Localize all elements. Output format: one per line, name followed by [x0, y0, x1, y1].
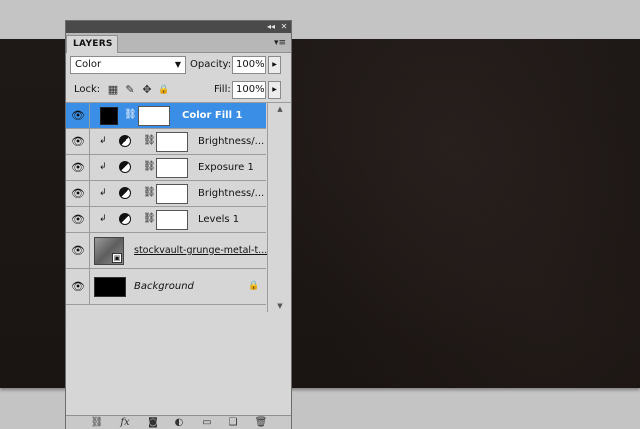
opacity-field[interactable]: 100%	[232, 56, 266, 74]
layer-name: Color Fill 1	[182, 110, 243, 121]
layer-row[interactable]: 👁 ↲ ⛓ Levels 1	[66, 207, 266, 233]
layer-row[interactable]: 👁 ↲ ⛓ Brightness/...	[66, 181, 266, 207]
layers-scrollbar[interactable]: ▲ ▼	[267, 103, 291, 312]
eye-icon: 👁	[71, 212, 85, 226]
eye-icon: 👁	[71, 186, 85, 200]
layer-name: Brightness/...	[198, 188, 265, 199]
eye-icon: 👁	[71, 243, 85, 257]
panel-titlebar[interactable]: ◂◂ ✕	[66, 21, 291, 33]
blend-options-row: Color ▼ Opacity: 100% ▶	[66, 53, 291, 77]
layer-row[interactable]: 👁 ↲ ⛓ Exposure 1	[66, 155, 266, 181]
visibility-toggle[interactable]: 👁	[66, 181, 90, 206]
eye-icon: 👁	[71, 160, 85, 174]
lock-icon: 🔒	[248, 281, 260, 291]
layers-bottom-toolbar: ⛓ fx ◙ ◐ ▭ ❏ 🗑	[66, 415, 291, 429]
clipping-arrow-icon: ↲	[99, 188, 107, 198]
collapse-panel-icon[interactable]: ◂◂	[265, 21, 277, 33]
opacity-slider-button[interactable]: ▶	[268, 56, 281, 74]
clipping-arrow-icon: ↲	[99, 136, 107, 146]
scroll-up-icon[interactable]: ▲	[274, 105, 286, 113]
eye-icon: 👁	[71, 108, 85, 122]
visibility-toggle[interactable]: 👁	[66, 103, 90, 128]
blend-mode-value: Color	[75, 59, 102, 70]
eye-icon: 👁	[71, 279, 85, 293]
lock-row: Lock: ▦ ✎ ✥ 🔒 Fill: 100% ▶	[66, 77, 291, 103]
fill-field[interactable]: 100%	[232, 81, 266, 99]
chain-icon[interactable]: ⛓	[143, 187, 156, 199]
clipping-arrow-icon: ↲	[99, 162, 107, 172]
close-panel-icon[interactable]: ✕	[278, 21, 290, 33]
layer-row[interactable]: 👁 ▣ stockvault-grunge-metal-t...	[66, 233, 268, 269]
tab-layers[interactable]: LAYERS	[66, 35, 118, 53]
layer-row[interactable]: 👁 ↲ ⛓ Brightness/...	[66, 129, 266, 155]
smart-object-badge-icon: ▣	[112, 253, 122, 263]
clipping-arrow-icon: ↲	[99, 214, 107, 224]
layer-name: stockvault-grunge-metal-t...	[134, 245, 268, 256]
chain-icon[interactable]: ⛓	[143, 213, 156, 225]
layer-mask-thumbnail[interactable]	[156, 132, 188, 152]
layer-name: Levels 1	[198, 214, 240, 225]
new-group-icon[interactable]: ▭	[200, 417, 214, 429]
blend-mode-select[interactable]: Color ▼	[70, 56, 186, 74]
layer-name: Exposure 1	[198, 162, 254, 173]
panel-menu-icon[interactable]: ▾≡	[273, 37, 287, 49]
lock-image-icon[interactable]: ✎	[124, 84, 136, 96]
visibility-toggle[interactable]: 👁	[66, 155, 90, 180]
layer-name: Background	[134, 281, 194, 292]
visibility-toggle[interactable]: 👁	[66, 129, 90, 154]
layer-row[interactable]: 👁 Background 🔒	[66, 269, 266, 305]
chain-icon[interactable]: ⛓	[143, 161, 156, 173]
delete-layer-icon[interactable]: 🗑	[254, 417, 268, 429]
opacity-label: Opacity:	[190, 59, 232, 70]
chain-icon[interactable]: ⛓	[143, 135, 156, 147]
layer-mask-thumbnail[interactable]	[138, 106, 170, 126]
layer-mask-thumbnail[interactable]	[156, 158, 188, 178]
panel-tab-row: LAYERS ▾≡	[66, 33, 291, 53]
lock-position-icon[interactable]: ✥	[141, 84, 153, 96]
lock-label: Lock:	[74, 84, 101, 95]
chain-icon[interactable]: ⛓	[124, 109, 137, 121]
new-adjustment-icon[interactable]: ◐	[172, 417, 186, 429]
layers-list: 👁 ⛓ Color Fill 1 👁 ↲ ⛓ Brightness/... 👁 …	[66, 103, 291, 312]
layer-name: Brightness/...	[198, 136, 265, 147]
layer-mask-thumbnail[interactable]	[156, 210, 188, 230]
scroll-down-icon[interactable]: ▼	[274, 302, 286, 310]
eye-icon: 👁	[71, 134, 85, 148]
layer-style-icon[interactable]: fx	[118, 417, 132, 429]
add-mask-icon[interactable]: ◙	[146, 417, 160, 429]
new-layer-icon[interactable]: ❏	[226, 417, 240, 429]
visibility-toggle[interactable]: 👁	[66, 269, 90, 304]
layer-mask-thumbnail[interactable]	[156, 184, 188, 204]
fill-label: Fill:	[214, 84, 231, 95]
adjustment-layer-icon[interactable]	[119, 187, 131, 199]
visibility-toggle[interactable]: 👁	[66, 207, 90, 232]
lock-transparent-icon[interactable]: ▦	[107, 84, 119, 96]
background-thumbnail[interactable]	[94, 277, 126, 297]
adjustment-layer-icon[interactable]	[119, 161, 131, 173]
chevron-down-icon: ▼	[174, 60, 181, 69]
layer-row[interactable]: 👁 ⛓ Color Fill 1	[66, 103, 266, 129]
fill-color-thumbnail[interactable]	[100, 107, 118, 125]
layers-panel: ◂◂ ✕ LAYERS ▾≡ Color ▼ Opacity: 100% ▶ L…	[65, 20, 292, 429]
adjustment-layer-icon[interactable]	[119, 135, 131, 147]
visibility-toggle[interactable]: 👁	[66, 233, 90, 268]
lock-all-icon[interactable]: 🔒	[158, 84, 170, 96]
link-layers-icon[interactable]: ⛓	[90, 417, 104, 429]
adjustment-layer-icon[interactable]	[119, 213, 131, 225]
smart-object-thumbnail[interactable]: ▣	[94, 237, 124, 265]
fill-slider-button[interactable]: ▶	[268, 81, 281, 99]
